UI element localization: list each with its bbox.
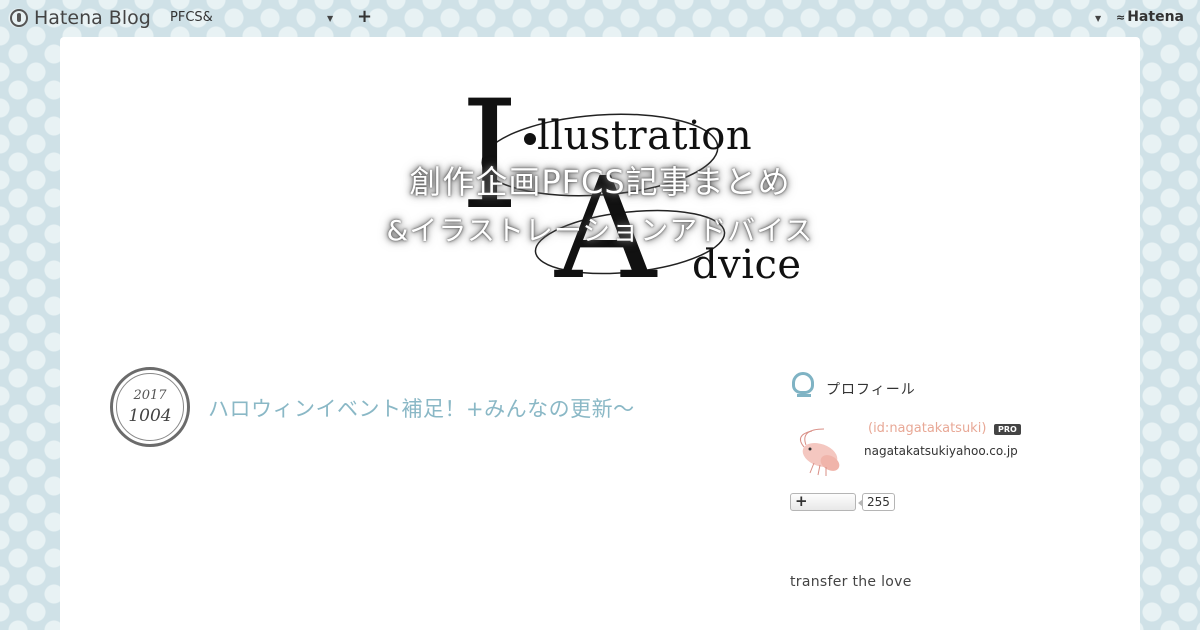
blog-main-card: I A llustration dvice 創作企画PFCS記事まとめ &イラス… bbox=[60, 37, 1140, 630]
chevron-down-icon[interactable]: ▼ bbox=[1095, 14, 1101, 23]
subscribe-button[interactable]: + bbox=[790, 492, 856, 511]
entry-date-year: 2017 bbox=[133, 388, 167, 403]
entry-date-monthday: 1004 bbox=[128, 406, 172, 426]
plus-icon: + bbox=[795, 492, 808, 510]
logo-word-illustration: llustration bbox=[537, 113, 753, 159]
profile-heading: プロフィール bbox=[826, 382, 916, 398]
hatena-blog-logo[interactable]: Hatena Blog bbox=[10, 7, 151, 29]
blog-title[interactable]: 創作企画PFCS記事まとめ bbox=[60, 157, 1140, 203]
hatena-wifi-icon: ≈ bbox=[1116, 10, 1126, 24]
blog-selector[interactable]: PFCS& bbox=[170, 10, 335, 25]
pro-badge: PRO bbox=[994, 424, 1021, 435]
hatena-blog-brand: Hatena Blog bbox=[34, 7, 151, 29]
add-entry-button[interactable]: + bbox=[357, 6, 372, 27]
entry-title-link[interactable]: ハロウィンイベント補足！+みんなの更新〜 bbox=[208, 393, 635, 423]
global-header: Hatena Blog PFCS& ▼ + ▼ ≈ Hatena bbox=[0, 0, 1200, 36]
hatena-account-menu[interactable]: ≈ Hatena bbox=[1116, 9, 1184, 25]
chevron-down-icon[interactable]: ▼ bbox=[327, 14, 333, 23]
blog-selector-label: PFCS& bbox=[170, 10, 213, 25]
hatena-account-label: Hatena bbox=[1127, 9, 1184, 25]
sidebar-tagline: transfer the love bbox=[790, 574, 912, 590]
entry-date-stamp[interactable]: 2017 1004 bbox=[110, 367, 190, 447]
hatena-blog-icon bbox=[10, 9, 28, 27]
profile-user-id-link[interactable]: (id:nagatakatsuki) bbox=[868, 421, 986, 436]
avatar[interactable] bbox=[790, 425, 854, 481]
profile-description: nagatakatsukiyahoo.co.jp bbox=[864, 444, 1018, 458]
subscriber-count[interactable]: 255 bbox=[858, 493, 895, 511]
logo-dot bbox=[524, 133, 536, 145]
profile-heading-icon bbox=[792, 372, 814, 397]
blog-subtitle: &イラストレーションアドバイス bbox=[386, 214, 814, 247]
